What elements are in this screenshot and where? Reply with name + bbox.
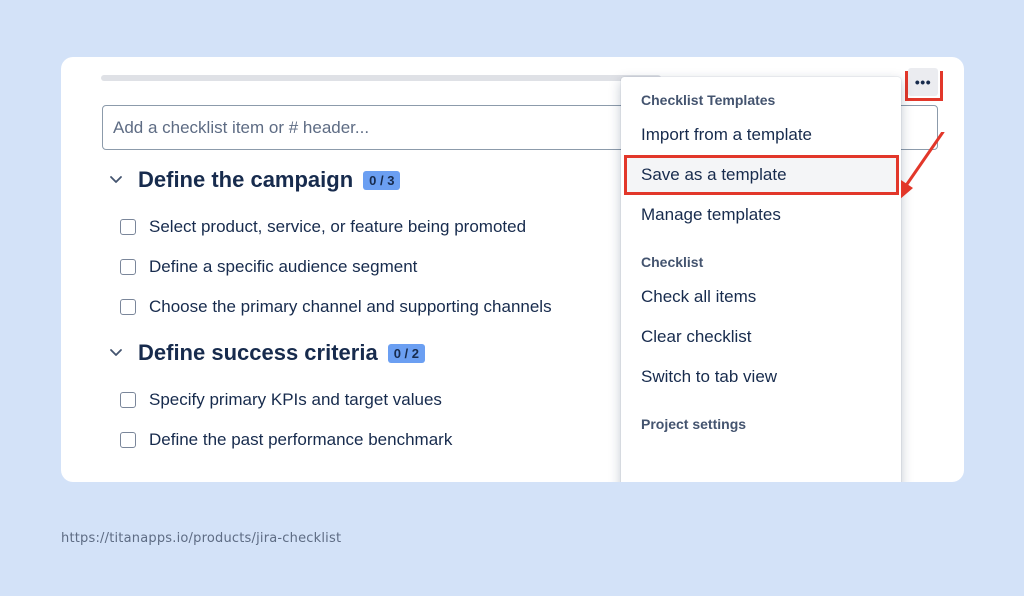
- section-define-success-criteria: Define success criteria 0 / 2 Specify pr…: [106, 338, 452, 460]
- menu-group-title-templates: Checklist Templates: [641, 92, 776, 108]
- progress-bar: [101, 75, 661, 81]
- menu-item-clear-checklist[interactable]: Clear checklist: [621, 317, 901, 357]
- checklist-item[interactable]: Define a specific audience segment: [106, 247, 552, 287]
- section-title: Define success criteria: [138, 340, 378, 365]
- menu-group-title-checklist: Checklist: [641, 254, 704, 270]
- checklist-item-label: Choose the primary channel and supportin…: [149, 297, 552, 316]
- checkbox[interactable]: [120, 432, 136, 448]
- checklist-item[interactable]: Choose the primary channel and supportin…: [106, 287, 552, 327]
- section-title: Define the campaign: [138, 167, 354, 192]
- menu-item-check-all[interactable]: Check all items: [621, 277, 901, 317]
- annotation-arrow-icon: [901, 132, 945, 199]
- menu-group-title-project-settings: Project settings: [641, 416, 747, 432]
- section-define-campaign: Define the campaign 0 / 3 Select product…: [106, 165, 552, 327]
- checkbox[interactable]: [120, 299, 136, 315]
- menu-item-switch-tab-view[interactable]: Switch to tab view: [621, 357, 901, 397]
- checklist-item-label: Define the past performance benchmark: [149, 430, 453, 449]
- checklist-item[interactable]: Define the past performance benchmark: [106, 420, 452, 460]
- progress-counter-badge: 0 / 2: [387, 343, 425, 363]
- checklist-item-label: Define a specific audience segment: [149, 257, 418, 276]
- checkbox[interactable]: [120, 392, 136, 408]
- section-header[interactable]: Define success criteria 0 / 2: [106, 338, 452, 368]
- menu-item-manage-templates[interactable]: Manage templates: [621, 195, 901, 235]
- checklist-actions-menu: Checklist Templates Import from a templa…: [621, 77, 901, 482]
- checklist-item[interactable]: Specify primary KPIs and target values: [106, 380, 452, 420]
- checklist-card: Define the campaign 0 / 3 Select product…: [61, 57, 964, 482]
- source-url[interactable]: https://titanapps.io/products/jira-check…: [61, 531, 341, 546]
- checklist-item-label: Specify primary KPIs and target values: [149, 390, 442, 409]
- menu-item-import-template[interactable]: Import from a template: [621, 115, 901, 155]
- chevron-down-icon[interactable]: [106, 170, 126, 190]
- checklist-item[interactable]: Select product, service, or feature bein…: [106, 207, 552, 247]
- checkbox[interactable]: [120, 219, 136, 235]
- menu-item-save-template[interactable]: Save as a template: [624, 155, 899, 195]
- progress-counter-badge: 0 / 3: [363, 170, 401, 190]
- section-header[interactable]: Define the campaign 0 / 3: [106, 165, 552, 195]
- checklist-item-label: Select product, service, or feature bein…: [149, 217, 527, 236]
- chevron-down-icon[interactable]: [106, 343, 126, 363]
- annotation-highlight-more-button: [905, 71, 943, 101]
- checkbox[interactable]: [120, 259, 136, 275]
